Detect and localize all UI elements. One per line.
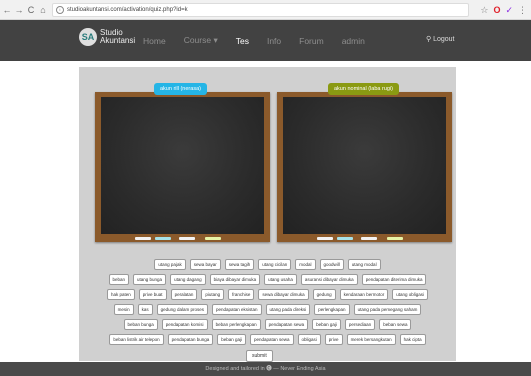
chalkboard-nominal-accounts[interactable]: akun nominal (laba rugi): [277, 83, 452, 242]
account-chip[interactable]: beban gaji: [312, 319, 341, 330]
chip-row: utang pajak sewa bayar sewa tagih utang …: [79, 259, 456, 270]
browser-toolbar: ← → C ⌂ i studioakuntansi.com/activation…: [0, 0, 531, 20]
account-chip[interactable]: pendapatan bunga: [167, 334, 214, 345]
account-chip[interactable]: biaya dibayar dimuka: [209, 274, 261, 285]
account-chip[interactable]: beban gaji: [217, 334, 246, 345]
account-chip[interactable]: modal: [295, 259, 316, 270]
menu-forum[interactable]: Forum: [299, 36, 324, 46]
account-chip[interactable]: utang pajak: [154, 259, 186, 270]
chalk-piece: [361, 237, 377, 240]
account-chip[interactable]: gedung dalam proses: [156, 304, 208, 315]
account-chip[interactable]: obligasi: [297, 334, 321, 345]
account-chip[interactable]: mesin: [113, 304, 134, 315]
chalkboard-real-accounts[interactable]: akun rill (nerasa): [95, 83, 270, 242]
account-chip[interactable]: beban: [108, 274, 130, 285]
logo-text: Studio Akuntansi: [100, 28, 136, 45]
account-chip[interactable]: prive buat: [138, 289, 167, 300]
logout-link[interactable]: ⚲ Logout: [426, 35, 455, 43]
extension-icon[interactable]: ✓: [505, 3, 513, 17]
account-chip[interactable]: goodwill: [319, 259, 344, 270]
account-chip[interactable]: asuransi dibayar dimuka: [300, 274, 358, 285]
account-chip[interactable]: merek bersangkutan: [346, 334, 396, 345]
browser-menu-icon[interactable]: ⋮: [518, 3, 527, 17]
chip-row: beban bunga pendapatan komisi beban perl…: [79, 319, 456, 330]
account-chip[interactable]: utang obligasi: [392, 289, 428, 300]
account-chip[interactable]: sewa bayar: [189, 259, 221, 270]
account-chip[interactable]: pendapatan diterima dimuka: [361, 274, 427, 285]
account-chip[interactable]: hak paten: [107, 289, 135, 300]
url-text: studioakuntansi.com/activation/quiz.php?…: [67, 6, 188, 13]
account-chip[interactable]: pendapatan sewa: [264, 319, 309, 330]
account-chip[interactable]: hak cipta: [399, 334, 426, 345]
account-chip[interactable]: pendapatan sewa: [250, 334, 294, 345]
menu-tes[interactable]: Tes: [236, 36, 249, 46]
chip-row: beban listrik air telepon pendapatan bun…: [79, 334, 456, 345]
account-chip[interactable]: sewa dibayar dimuka: [258, 289, 309, 300]
account-chip[interactable]: utang modal: [347, 259, 381, 270]
quiz-panel: akun rill (nerasa) akun nominal (laba ru…: [79, 67, 456, 362]
account-chip[interactable]: pendapatan komisi: [161, 319, 208, 330]
chalkboard-surface[interactable]: [283, 97, 446, 234]
opera-icon[interactable]: O: [493, 3, 500, 17]
account-chip[interactable]: kas: [137, 304, 153, 315]
account-chip[interactable]: utang usaha: [264, 274, 297, 285]
account-chip[interactable]: utang pada pemegang saham: [353, 304, 422, 315]
account-chip[interactable]: peralatan: [170, 289, 198, 300]
site-footer: Designed and tailored in 🅒 — Never Endin…: [0, 362, 531, 376]
menu-course[interactable]: Course ▾: [184, 35, 218, 46]
account-chip[interactable]: piutang: [201, 289, 225, 300]
reload-icon[interactable]: C: [26, 3, 36, 17]
home-icon[interactable]: ⌂: [38, 3, 48, 17]
logout-label: Logout: [433, 36, 455, 43]
info-icon[interactable]: i: [56, 5, 64, 14]
chalk-piece: [135, 237, 151, 240]
chalk-piece: [179, 237, 195, 240]
chalk-piece: [387, 237, 403, 240]
forward-icon[interactable]: →: [14, 3, 24, 17]
account-chip[interactable]: beban listrik air telepon: [109, 334, 164, 345]
account-chip[interactable]: sewa tagih: [224, 259, 255, 270]
chalk-piece: [155, 237, 171, 240]
account-chip[interactable]: beban bunga: [123, 319, 158, 330]
logout-icon: ⚲: [426, 36, 432, 43]
chalk-piece: [337, 237, 353, 240]
menu-admin[interactable]: admin: [342, 36, 365, 46]
address-bar[interactable]: i studioakuntansi.com/activation/quiz.ph…: [52, 2, 470, 17]
chalk-piece: [317, 237, 333, 240]
main-menu: Home Course ▾ Tes Info Forum admin: [143, 20, 383, 61]
account-chip[interactable]: prive: [324, 334, 343, 345]
account-chip[interactable]: beban sewa: [379, 319, 412, 330]
menu-home[interactable]: Home: [143, 36, 166, 46]
account-chip[interactable]: perlengkapan: [314, 304, 350, 315]
back-icon[interactable]: ←: [2, 3, 12, 17]
menu-info[interactable]: Info: [267, 36, 281, 46]
site-logo[interactable]: SA Studio Akuntansi: [79, 28, 135, 46]
account-chip[interactable]: utang cicilan: [258, 259, 292, 270]
chip-row: hak paten prive buat peralatan piutang f…: [79, 289, 456, 300]
site-navbar: SA Studio Akuntansi Home Course ▾ Tes In…: [0, 20, 531, 61]
account-chip-pool: utang pajak sewa bayar sewa tagih utang …: [79, 259, 456, 349]
bookmark-star-icon[interactable]: ☆: [480, 3, 488, 17]
account-chip[interactable]: utang bunga: [133, 274, 167, 285]
account-chip[interactable]: franchise: [228, 289, 255, 300]
board-label-nominal: akun nominal (laba rugi): [328, 83, 400, 95]
account-chip[interactable]: pendapatan eksistan: [211, 304, 262, 315]
logo-badge-icon: SA: [79, 28, 97, 46]
account-chip[interactable]: persediaan: [344, 319, 376, 330]
board-label-real: akun rill (nerasa): [154, 83, 207, 95]
chalkboard-surface[interactable]: [101, 97, 264, 234]
account-chip[interactable]: utang dagang: [170, 274, 206, 285]
chip-row: mesin kas gedung dalam proses pendapatan…: [79, 304, 456, 315]
chalk-piece: [205, 237, 221, 240]
account-chip[interactable]: utang pada direksi: [265, 304, 311, 315]
account-chip[interactable]: kendaraan bermotor: [339, 289, 389, 300]
chip-row: beban utang bunga utang dagang biaya dib…: [79, 274, 456, 285]
account-chip[interactable]: gedung: [312, 289, 336, 300]
account-chip[interactable]: beban perlengkapan: [211, 319, 261, 330]
submit-button[interactable]: submit: [246, 350, 273, 362]
